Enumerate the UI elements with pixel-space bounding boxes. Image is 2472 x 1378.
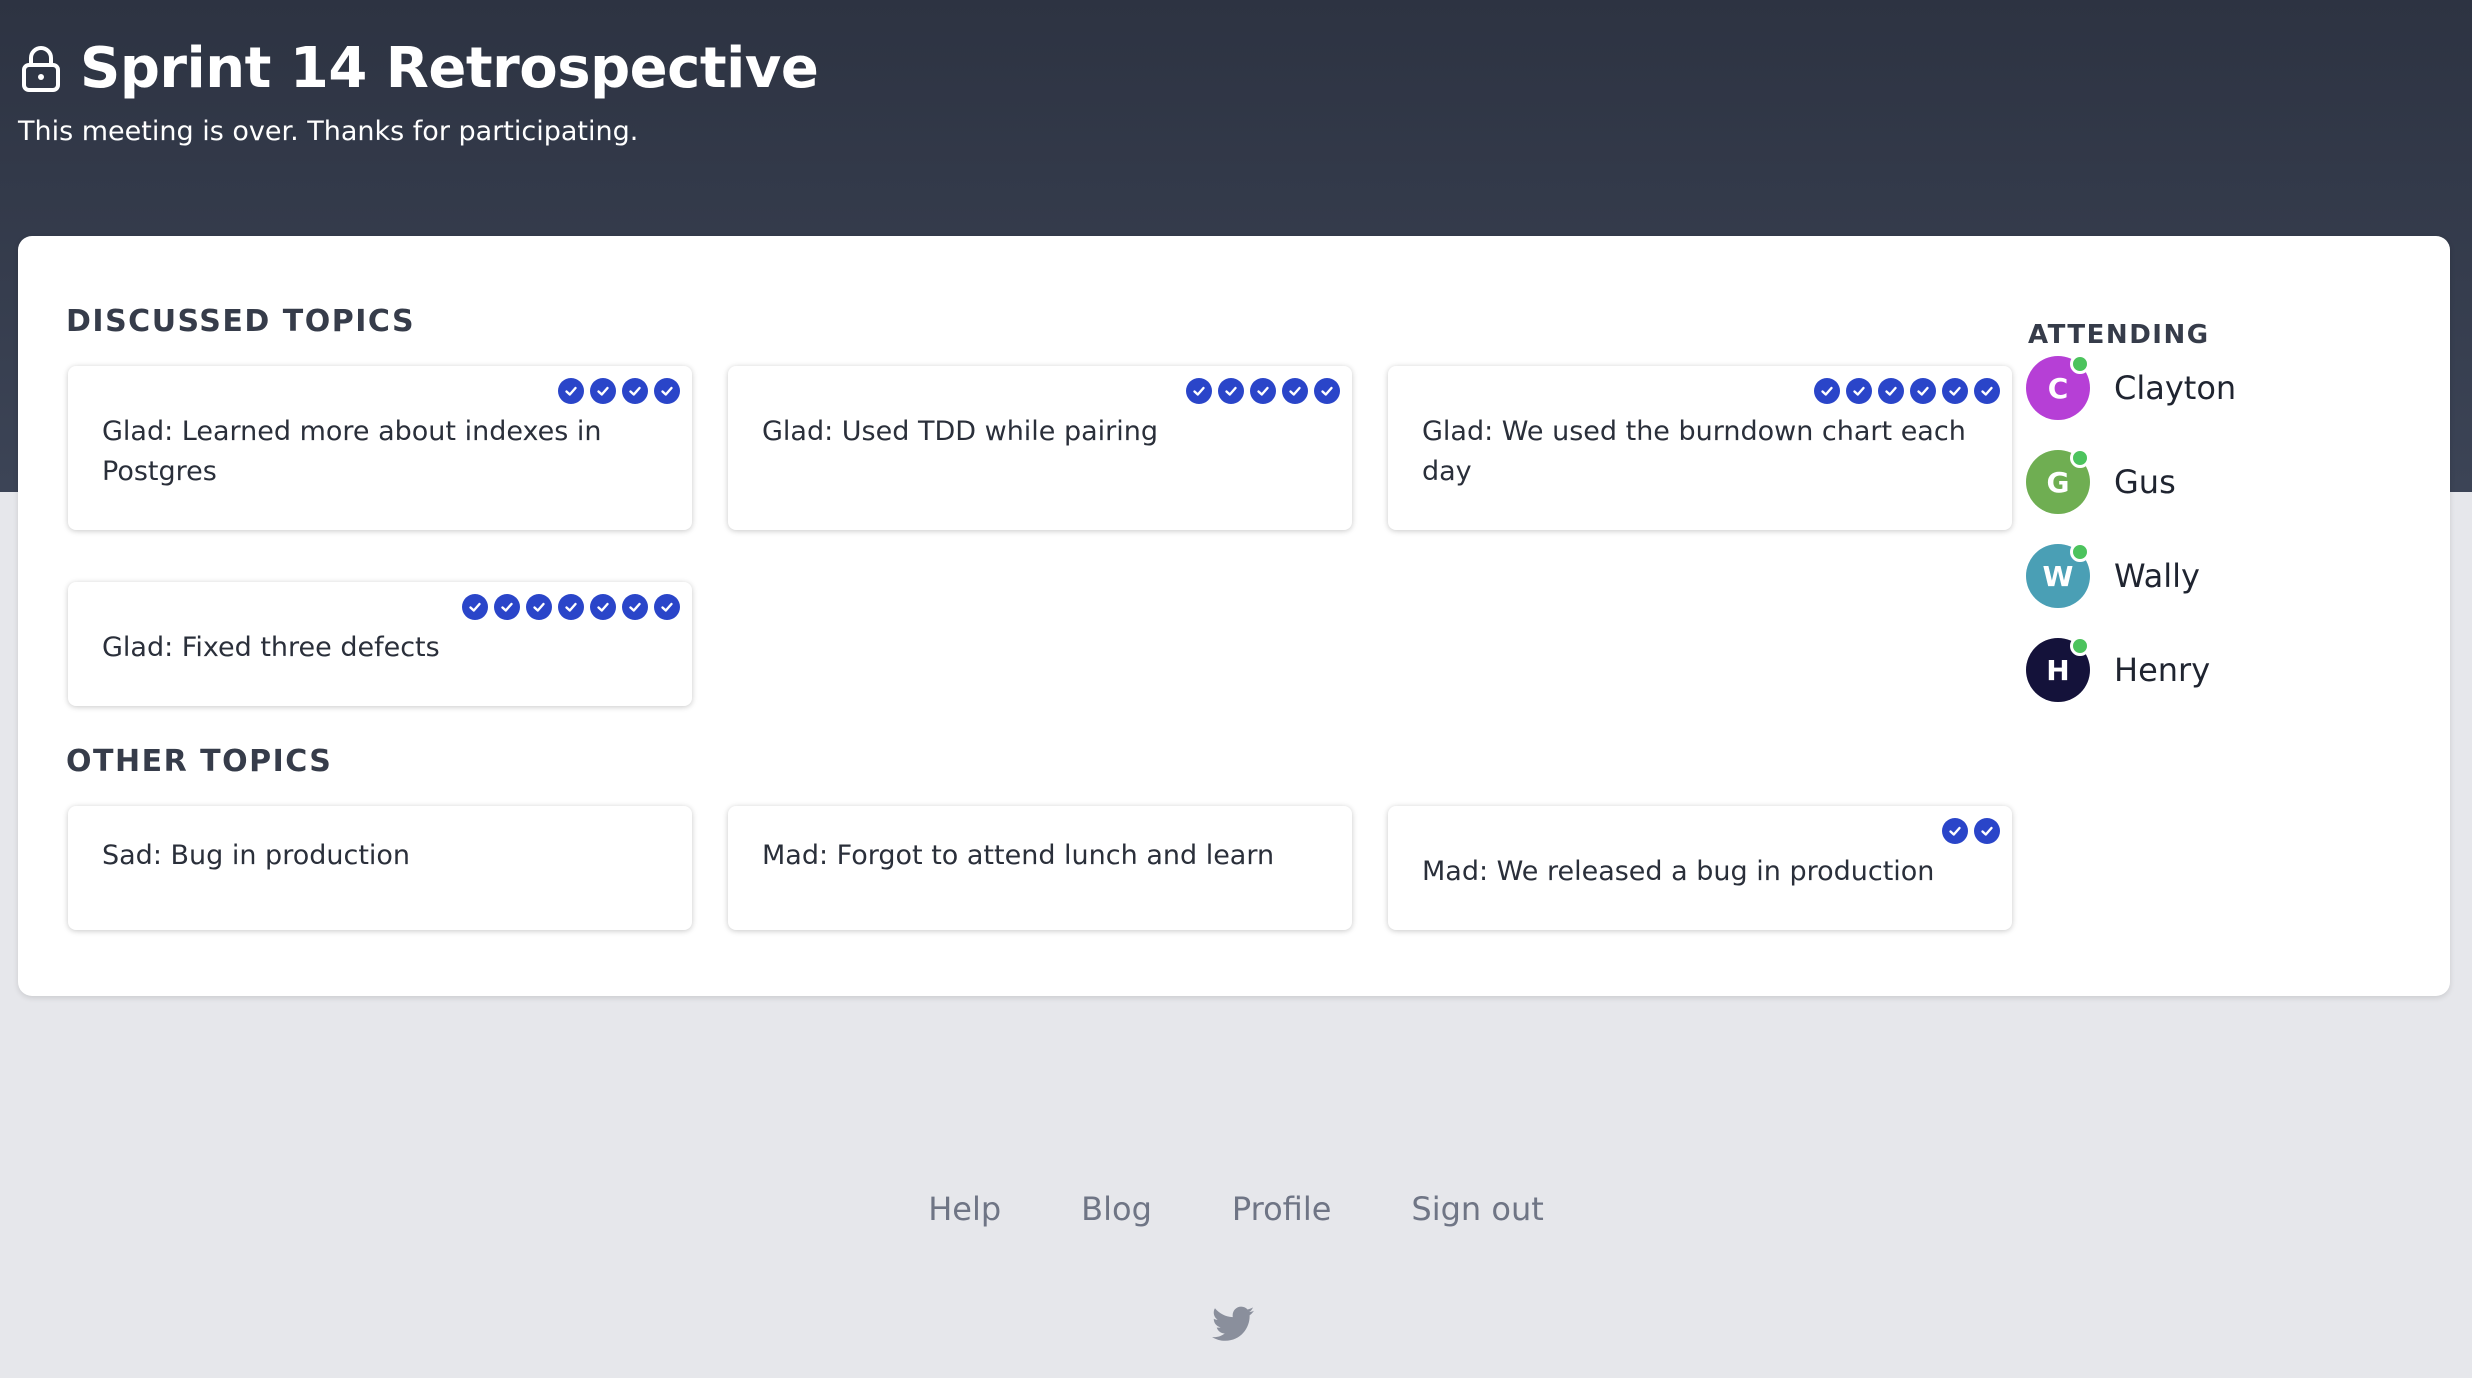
topic-card[interactable]: Glad: We used the burndown chart each da… — [1388, 366, 2012, 530]
checkmark-circle-icon — [1974, 378, 2000, 404]
online-status-dot — [2070, 354, 2090, 374]
checkmark-circle-icon — [590, 594, 616, 620]
page-title: Sprint 14 Retrospective — [80, 36, 819, 101]
avatar-initial: W — [2042, 559, 2074, 593]
topic-card[interactable]: Mad: We released a bug in production — [1388, 806, 2012, 930]
checkmark-circle-icon — [654, 378, 680, 404]
checkmark-circle-icon — [1942, 818, 1968, 844]
checkmark-circle-icon — [654, 594, 680, 620]
footer-link-sign-out[interactable]: Sign out — [1411, 1190, 1543, 1228]
checkmark-circle-icon — [622, 594, 648, 620]
avatar: G — [2026, 448, 2090, 514]
checkmark-circle-icon — [622, 378, 648, 404]
checkmark-circle-icon — [1846, 378, 1872, 404]
online-status-dot — [2070, 636, 2090, 656]
topic-card[interactable]: Sad: Bug in production — [68, 806, 692, 930]
attendee: W Wally — [2026, 542, 2200, 608]
online-status-dot — [2070, 542, 2090, 562]
checkmark-circle-icon — [1314, 378, 1340, 404]
topic-text: Sad: Bug in production — [102, 840, 411, 871]
topic-text: Glad: Fixed three defects — [102, 632, 440, 663]
online-status-dot — [2070, 448, 2090, 468]
checkmark-circle-icon — [1186, 378, 1212, 404]
attendee-name: Wally — [2114, 557, 2200, 595]
checkmark-circle-icon — [1910, 378, 1936, 404]
attendee: C Clayton — [2026, 354, 2237, 420]
discussed-topics-heading: DISCUSSED TOPICS — [66, 304, 416, 339]
attendee-name: Gus — [2114, 463, 2176, 501]
other-topics-heading: OTHER TOPICS — [66, 744, 333, 779]
topic-text: Mad: Forgot to attend lunch and learn — [762, 840, 1275, 871]
topic-card[interactable]: Glad: Learned more about indexes in Post… — [68, 366, 692, 530]
attending-heading: ATTENDING — [2028, 320, 2210, 350]
checkmark-circle-icon — [1814, 378, 1840, 404]
attendee-name: Clayton — [2114, 369, 2237, 407]
checkmark-circle-icon — [1974, 818, 2000, 844]
topic-text: Glad: Learned more about indexes in Post… — [102, 416, 602, 487]
checkmark-circle-icon — [1942, 378, 1968, 404]
avatar: C — [2026, 354, 2090, 420]
checkmark-circle-icon — [558, 378, 584, 404]
attendee-name: Henry — [2114, 651, 2211, 689]
checkmark-circle-icon — [1282, 378, 1308, 404]
checkmark-circle-icon — [1878, 378, 1904, 404]
checkmark-circle-icon — [1250, 378, 1276, 404]
vote-indicators — [1186, 378, 1340, 404]
twitter-icon[interactable] — [1212, 1306, 1254, 1342]
checkmark-circle-icon — [590, 378, 616, 404]
avatar: H — [2026, 636, 2090, 702]
title-row: Sprint 14 Retrospective — [20, 36, 819, 101]
topic-text: Mad: We released a bug in production — [1422, 856, 1935, 887]
vote-indicators — [462, 594, 680, 620]
checkmark-circle-icon — [462, 594, 488, 620]
avatar: W — [2026, 542, 2090, 608]
vote-indicators — [1942, 818, 2000, 844]
meeting-status-text: This meeting is over. Thanks for partici… — [18, 116, 639, 147]
footer-nav: Help Blog Profile Sign out — [0, 1190, 2472, 1228]
footer-link-profile[interactable]: Profile — [1232, 1190, 1332, 1228]
topic-card[interactable]: Mad: Forgot to attend lunch and learn — [728, 806, 1352, 930]
footer-link-help[interactable]: Help — [928, 1190, 1001, 1228]
checkmark-circle-icon — [526, 594, 552, 620]
lock-icon — [22, 45, 60, 92]
retro-panel: DISCUSSED TOPICS Glad: Learned more abou… — [18, 236, 2450, 996]
footer-link-blog[interactable]: Blog — [1081, 1190, 1152, 1228]
avatar-initial: C — [2047, 371, 2069, 405]
checkmark-circle-icon — [494, 594, 520, 620]
topic-card[interactable]: Glad: Used TDD while pairing — [728, 366, 1352, 530]
topic-text: Glad: We used the burndown chart each da… — [1422, 416, 1966, 487]
topic-card[interactable]: Glad: Fixed three defects — [68, 582, 692, 706]
topic-text: Glad: Used TDD while pairing — [762, 416, 1159, 447]
attendee: G Gus — [2026, 448, 2176, 514]
checkmark-circle-icon — [558, 594, 584, 620]
vote-indicators — [1814, 378, 2000, 404]
vote-indicators — [558, 378, 680, 404]
attendee: H Henry — [2026, 636, 2211, 702]
avatar-initial: G — [2046, 465, 2070, 499]
checkmark-circle-icon — [1218, 378, 1244, 404]
avatar-initial: H — [2046, 653, 2070, 687]
